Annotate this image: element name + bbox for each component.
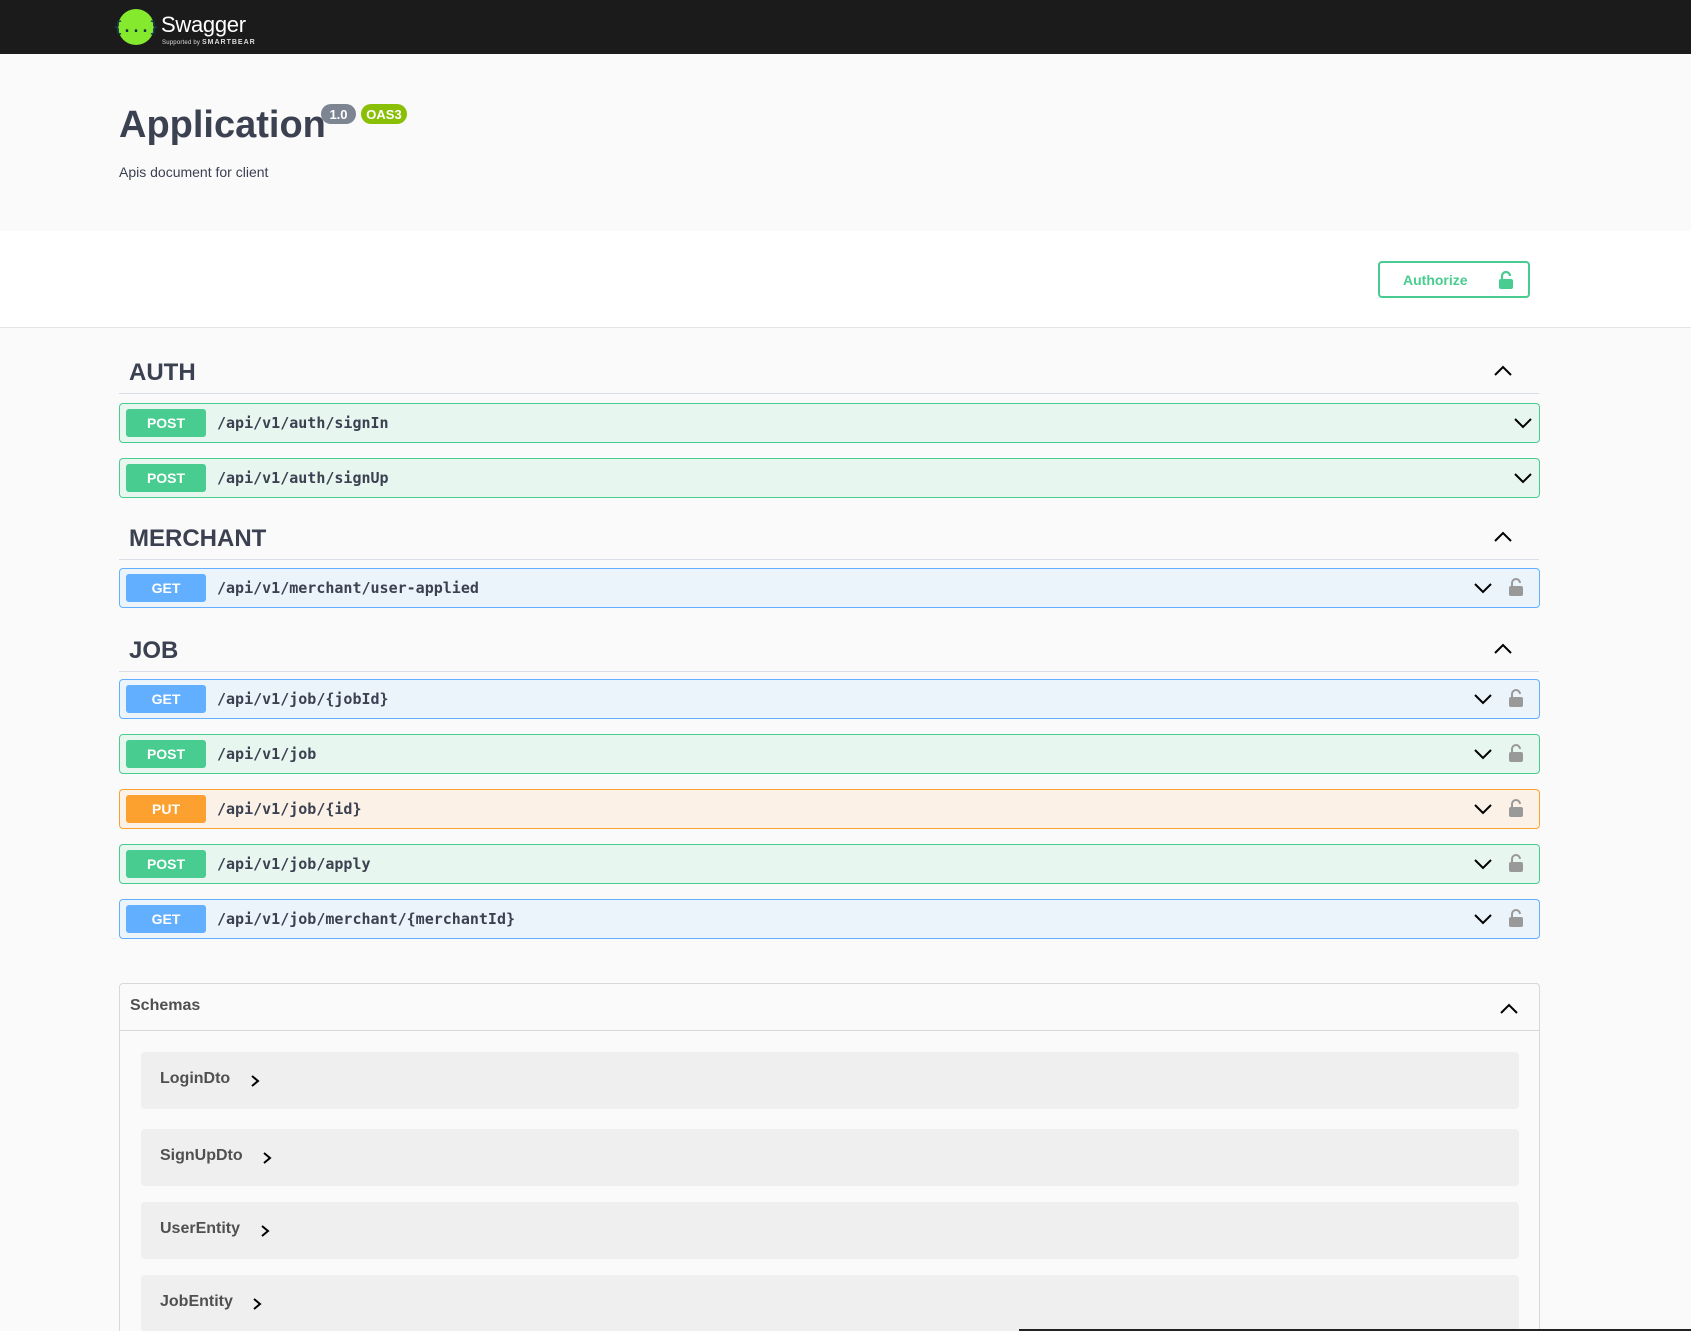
tag-section-merchant[interactable]: MERCHANT bbox=[119, 514, 1539, 560]
supported-by: Supported by SMARTBEAR bbox=[162, 39, 256, 46]
method-badge: GET bbox=[126, 574, 206, 602]
operation-path: /api/v1/job bbox=[217, 745, 317, 763]
operation-put-job[interactable]: PUT /api/v1/job/{id} bbox=[119, 789, 1540, 829]
operation-path: /api/v1/auth/signUp bbox=[217, 469, 389, 487]
schema-name: UserEntity bbox=[160, 1220, 241, 1237]
chevron-up-icon[interactable] bbox=[1493, 527, 1513, 547]
chevron-down-icon[interactable] bbox=[1473, 912, 1493, 926]
operation-post-signup[interactable]: POST /api/v1/auth/signUp bbox=[119, 458, 1540, 498]
tag-title: MERCHANT bbox=[129, 525, 267, 552]
authorize-button[interactable]: Authorize bbox=[1378, 261, 1530, 298]
chevron-right-icon[interactable] bbox=[260, 1224, 270, 1238]
brand-name: Swagger bbox=[161, 12, 246, 37]
operation-post-job-apply[interactable]: POST /api/v1/job/apply bbox=[119, 844, 1540, 884]
operation-get-job-by-id[interactable]: GET /api/v1/job/{jobId} bbox=[119, 679, 1540, 719]
method-badge: POST bbox=[126, 464, 206, 492]
schema-item-jobentity[interactable]: JobEntity bbox=[141, 1275, 1519, 1331]
method-badge: POST bbox=[126, 740, 206, 768]
chevron-right-icon[interactable] bbox=[250, 1074, 260, 1088]
page-title: Application bbox=[119, 104, 326, 146]
tag-title: AUTH bbox=[129, 359, 196, 386]
schemas-title: Schemas bbox=[130, 997, 201, 1014]
schema-name: SignUpDto bbox=[160, 1147, 243, 1164]
lock-open-icon bbox=[1499, 271, 1513, 289]
info-section: Application 1.0 OAS3 Apis document for c… bbox=[0, 54, 1691, 231]
operation-post-job[interactable]: POST /api/v1/job bbox=[119, 734, 1540, 774]
operation-get-job-by-merchant[interactable]: GET /api/v1/job/merchant/{merchantId} bbox=[119, 899, 1540, 939]
lock-icon[interactable] bbox=[1509, 744, 1523, 762]
chevron-up-icon[interactable] bbox=[1499, 999, 1519, 1019]
chevron-down-icon[interactable] bbox=[1513, 416, 1533, 430]
schemas-header[interactable]: Schemas bbox=[120, 984, 1539, 1031]
method-badge: GET bbox=[126, 905, 206, 933]
company-name: SMARTBEAR bbox=[201, 39, 256, 46]
chevron-down-icon[interactable] bbox=[1473, 692, 1493, 706]
version-badge: 1.0 bbox=[321, 104, 356, 124]
operation-path: /api/v1/job/{jobId} bbox=[217, 690, 389, 708]
swagger-logo-icon: {...} bbox=[113, 9, 159, 45]
schema-item-userentity[interactable]: UserEntity bbox=[141, 1202, 1519, 1259]
operation-post-signin[interactable]: POST /api/v1/auth/signIn bbox=[119, 403, 1540, 443]
operation-path: /api/v1/merchant/user-applied bbox=[217, 579, 479, 597]
chevron-up-icon[interactable] bbox=[1493, 639, 1513, 659]
authorize-label: Authorize bbox=[1403, 271, 1468, 288]
schema-item-logindto[interactable]: LoginDto bbox=[141, 1052, 1519, 1109]
operation-path: /api/v1/job/{id} bbox=[217, 800, 362, 818]
lock-icon[interactable] bbox=[1509, 578, 1523, 596]
operation-path: /api/v1/job/apply bbox=[217, 855, 371, 873]
lock-icon[interactable] bbox=[1509, 799, 1523, 817]
tag-section-auth[interactable]: AUTH bbox=[119, 348, 1539, 394]
method-badge: POST bbox=[126, 850, 206, 878]
chevron-down-icon[interactable] bbox=[1513, 471, 1533, 485]
swagger-logo[interactable]: {...} Swagger Supported by SMARTBEAR bbox=[113, 4, 255, 50]
chevron-down-icon[interactable] bbox=[1473, 802, 1493, 816]
tag-section-job[interactable]: JOB bbox=[119, 626, 1539, 672]
chevron-down-icon[interactable] bbox=[1473, 747, 1493, 761]
scheme-container: Authorize bbox=[0, 231, 1691, 328]
lock-icon[interactable] bbox=[1509, 854, 1523, 872]
method-badge: GET bbox=[126, 685, 206, 713]
operation-path: /api/v1/job/merchant/{merchantId} bbox=[217, 910, 516, 928]
method-badge: PUT bbox=[126, 795, 206, 823]
chevron-up-icon[interactable] bbox=[1493, 361, 1513, 381]
schema-name: LoginDto bbox=[160, 1070, 231, 1087]
schema-name: JobEntity bbox=[160, 1293, 233, 1310]
top-bar: {...} Swagger Supported by SMARTBEAR bbox=[0, 0, 1691, 54]
tag-title: JOB bbox=[129, 637, 179, 664]
schema-item-signupdto[interactable]: SignUpDto bbox=[141, 1129, 1519, 1186]
api-description: Apis document for client bbox=[119, 164, 269, 180]
chevron-down-icon[interactable] bbox=[1473, 857, 1493, 871]
chevron-right-icon[interactable] bbox=[252, 1297, 262, 1311]
schemas-section: Schemas LoginDto SignUpDto UserEntity Jo… bbox=[119, 983, 1540, 1331]
oas-badge: OAS3 bbox=[361, 104, 407, 124]
chevron-down-icon[interactable] bbox=[1473, 581, 1493, 595]
operation-get-user-applied[interactable]: GET /api/v1/merchant/user-applied bbox=[119, 568, 1540, 608]
operation-path: /api/v1/auth/signIn bbox=[217, 414, 389, 432]
lock-icon[interactable] bbox=[1509, 909, 1523, 927]
chevron-right-icon[interactable] bbox=[262, 1151, 272, 1165]
method-badge: POST bbox=[126, 409, 206, 437]
lock-icon[interactable] bbox=[1509, 689, 1523, 707]
